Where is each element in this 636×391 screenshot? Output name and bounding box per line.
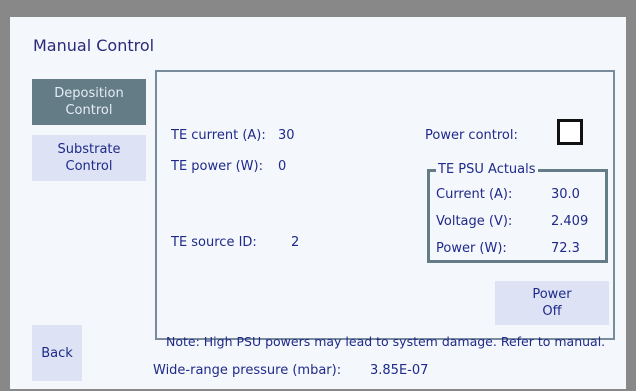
window-title: Manual Control bbox=[33, 36, 155, 55]
deposition-panel: TE current (A): 30 TE power (W): 0 TE so… bbox=[155, 70, 615, 349]
damage-note: Note: High PSU powers may lead to system… bbox=[166, 334, 606, 349]
te-power-label: TE power (W): bbox=[171, 159, 263, 174]
power-off-button[interactable]: Power Off bbox=[495, 281, 609, 325]
te-psu-actuals-group: TE PSU Actuals Current (A): 30.0 Voltage… bbox=[427, 162, 608, 263]
actual-current-label: Current (A): bbox=[436, 187, 513, 202]
pressure-label: Wide-range pressure (mbar): bbox=[153, 363, 342, 378]
substrate-control-button[interactable]: Substrate Control bbox=[32, 135, 146, 181]
manual-control-window: Manual Control Deposition Control Substr… bbox=[10, 17, 626, 389]
te-source-id-value[interactable]: 2 bbox=[291, 235, 299, 250]
back-button[interactable]: Back bbox=[32, 325, 82, 381]
te-psu-actuals-title: TE PSU Actuals bbox=[436, 162, 538, 177]
pressure-value: 3.85E-07 bbox=[370, 363, 429, 378]
te-current-label: TE current (A): bbox=[171, 128, 266, 143]
power-control-label: Power control: bbox=[425, 128, 518, 143]
deposition-control-button[interactable]: Deposition Control bbox=[32, 79, 146, 125]
actual-voltage-value: 2.409 bbox=[551, 214, 589, 229]
power-control-checkbox[interactable] bbox=[557, 119, 583, 145]
te-current-value[interactable]: 30 bbox=[278, 128, 295, 143]
te-source-id-label: TE source ID: bbox=[171, 235, 257, 250]
actual-power-value: 72.3 bbox=[551, 241, 580, 256]
actual-power-label: Power (W): bbox=[436, 241, 507, 256]
te-power-value[interactable]: 0 bbox=[278, 159, 286, 174]
actual-voltage-label: Voltage (V): bbox=[436, 214, 513, 229]
actual-current-value: 30.0 bbox=[551, 187, 580, 202]
